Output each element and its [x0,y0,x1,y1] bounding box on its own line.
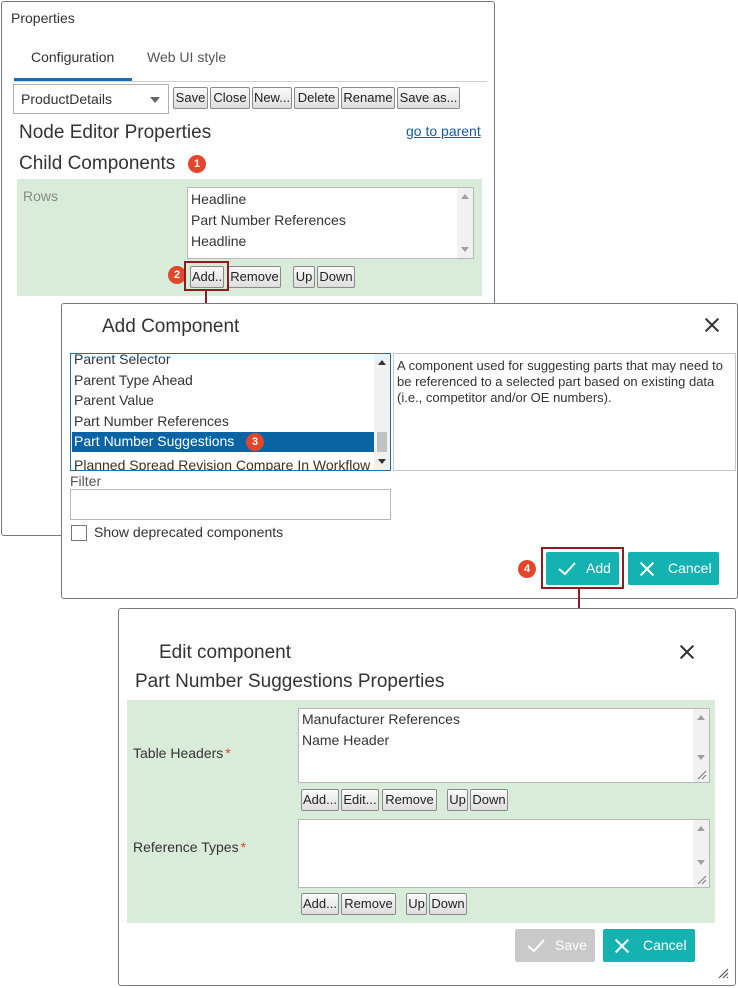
scroll-down-icon[interactable] [378,459,386,464]
scroll-up-icon[interactable] [697,826,705,831]
component-list[interactable]: Parent Selector Parent Type Ahead Parent… [70,353,391,471]
filter-label: Filter [70,473,102,489]
list-item[interactable]: Headline [191,233,246,249]
reference-types-list[interactable] [298,819,710,888]
list-item[interactable]: Part Number References [74,413,229,429]
reference-down-button[interactable]: Down [429,893,467,915]
list-item[interactable]: Name Header [302,732,389,748]
cancel-button-label: Cancel [643,937,687,953]
headers-edit-button[interactable]: Edit... [341,789,379,811]
scroll-down-icon[interactable] [461,247,469,252]
cancel-button-label: Cancel [668,560,712,576]
rows-up-button[interactable]: Up [293,266,315,288]
scroll-up-icon[interactable] [378,360,386,365]
add-button[interactable]: Add [546,552,619,585]
headers-add-button[interactable]: Add... [301,789,339,811]
rows-list[interactable]: Headline Part Number References Headline [187,187,474,259]
rows-down-button[interactable]: Down [317,266,355,288]
close-icon[interactable] [704,317,720,333]
properties-title: Properties [11,10,75,26]
add-component-title: Add Component [102,316,240,337]
scroll-thumb[interactable] [377,432,387,452]
tab-configuration[interactable]: Configuration [31,49,114,65]
show-deprecated-checkbox[interactable] [71,525,87,541]
component-list-scrollbar[interactable] [374,354,390,470]
list-item[interactable]: Parent Selector [74,354,171,367]
headers-remove-button[interactable]: Remove [382,789,437,811]
headers-down-button[interactable]: Down [470,789,508,811]
scroll-down-icon[interactable] [697,755,705,760]
description-text: A component used for suggesting parts th… [397,358,723,405]
new-button[interactable]: New... [252,87,292,109]
add-highlight-box [184,261,229,291]
save-button-label: Save [555,937,587,953]
resize-grip-icon[interactable] [717,967,729,979]
edit-component-subtitle: Part Number Suggestions Properties [135,671,445,692]
list-item[interactable]: Manufacturer References [302,711,460,727]
step-badge-1: 1 [188,155,206,173]
step-badge-3: 3 [246,433,264,451]
view-select-value: ProductDetails [21,91,113,107]
edit-component-title: Edit component [159,642,292,663]
rows-section: Rows Headline Part Number References Hea… [17,179,482,296]
list-item[interactable]: Planned Spread Revision Compare In Workf… [74,457,370,470]
list-item[interactable]: Parent Value [74,392,154,408]
tab-web-ui-style[interactable]: Web UI style [147,49,226,65]
required-mark: * [240,839,247,855]
table-headers-label: Table Headers * [133,745,231,761]
checkmark-icon [527,939,545,953]
reference-up-button[interactable]: Up [406,893,427,915]
checkmark-icon [558,562,576,576]
view-select[interactable]: ProductDetails [13,84,169,114]
headers-up-button[interactable]: Up [447,789,468,811]
list-item[interactable]: Headline [191,191,246,207]
table-headers-list[interactable]: Manufacturer References Name Header [298,708,710,783]
properties-form: Table Headers * Manufacturer References N… [127,700,715,923]
rename-button[interactable]: Rename [341,87,395,109]
required-mark: * [225,745,231,761]
cancel-button[interactable]: Cancel [603,929,695,962]
save-as-button[interactable]: Save as... [397,87,460,109]
rows-label: Rows [23,188,59,204]
reference-add-button[interactable]: Add... [301,893,339,915]
save-button[interactable]: Save [515,929,595,962]
delete-button[interactable]: Delete [294,87,339,109]
resize-handle-icon[interactable] [697,770,707,780]
add-component-dialog: Add Component Parent Selector Parent Typ… [61,303,738,599]
close-button[interactable]: Close [210,87,250,109]
component-description: A component used for suggesting parts th… [393,353,736,471]
close-icon [615,939,629,953]
list-item[interactable]: Parent Type Ahead [74,372,193,388]
chevron-down-icon [150,97,160,103]
scroll-up-icon[interactable] [697,715,705,720]
selected-item-label: Part Number Suggestions [74,433,235,449]
scroll-down-icon[interactable] [697,860,705,865]
scroll-up-icon[interactable] [461,194,469,199]
reference-remove-button[interactable]: Remove [341,893,396,915]
filter-input[interactable] [70,489,391,520]
tab-divider [14,81,487,82]
child-components-heading: Child Components [19,153,176,174]
rows-remove-button[interactable]: Remove [228,266,281,288]
list-item[interactable]: Part Number References [191,212,346,228]
rows-scrollbar[interactable] [457,188,473,258]
show-deprecated-label: Show deprecated components [94,524,284,540]
add-button-label: Add [586,560,611,576]
reference-types-label: Reference Types * [133,839,247,855]
selected-list-item[interactable]: Part Number Suggestions 3 [72,432,374,452]
step-badge-4: 4 [518,560,536,578]
save-button[interactable]: Save [173,87,208,109]
node-editor-heading: Node Editor Properties [19,122,212,143]
close-icon[interactable] [679,644,695,660]
cancel-button[interactable]: Cancel [628,552,719,585]
go-to-parent-link[interactable]: go to parent [406,123,481,139]
edit-component-dialog: Edit component Part Number Suggestions P… [118,608,736,986]
resize-handle-icon[interactable] [697,875,707,885]
close-icon [640,562,654,576]
